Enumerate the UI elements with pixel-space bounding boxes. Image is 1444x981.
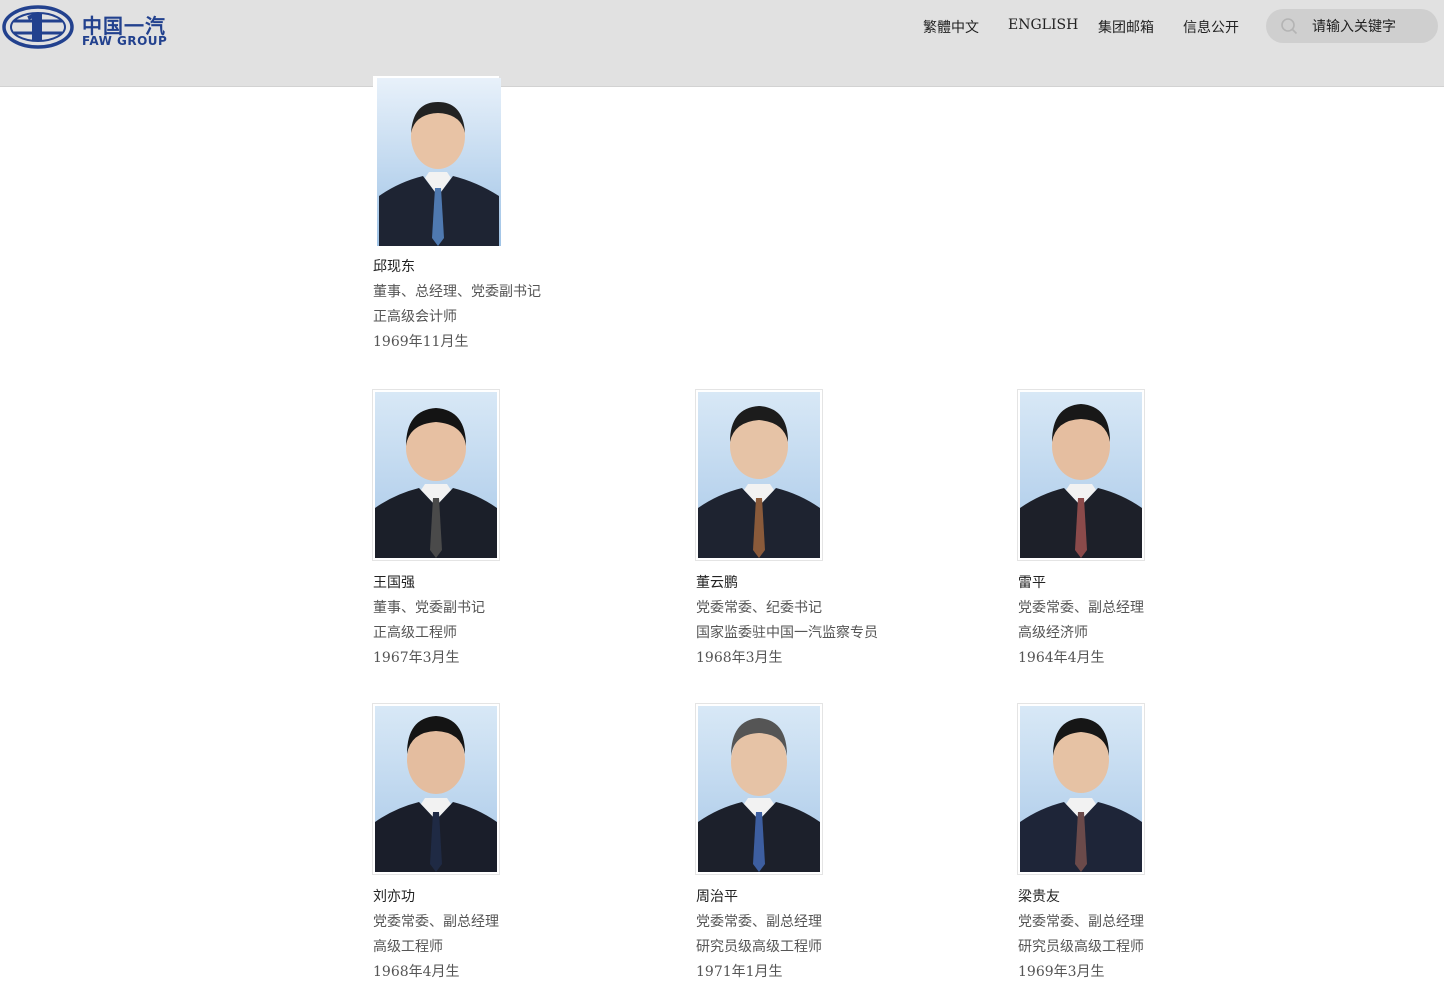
person-title: 党委常委、副总经理 <box>1018 914 1144 930</box>
person-name: 邱现东 <box>373 259 415 275</box>
nav-information-disclosure[interactable]: 信息公开 <box>1183 17 1239 37</box>
search-icon[interactable] <box>1280 17 1298 35</box>
person-name: 刘亦功 <box>373 889 415 905</box>
person-birth: 1967年3月生 <box>373 650 460 666</box>
person-qualification: 正高级会计师 <box>373 309 457 325</box>
person-qualification: 高级经济师 <box>1018 625 1088 641</box>
nav-traditional-chinese[interactable]: 繁體中文 <box>923 17 979 37</box>
person-birth: 1964年4月生 <box>1018 650 1105 666</box>
person-birth: 1969年11月生 <box>373 334 469 350</box>
logo-english-text: FAW GROUP <box>82 34 168 48</box>
person-birth: 1968年4月生 <box>373 964 460 980</box>
portrait-photo <box>373 704 499 874</box>
nav-english[interactable]: ENGLISH <box>1008 17 1078 33</box>
site-header: 中国一汽 FAW GROUP 繁體中文 ENGLISH 集团邮箱 信息公开 <box>0 0 1444 87</box>
person-qualification: 研究员级高级工程师 <box>696 939 822 955</box>
portrait-photo <box>696 390 822 560</box>
person-qualification: 正高级工程师 <box>373 625 457 641</box>
person-title: 党委常委、副总经理 <box>696 914 822 930</box>
portrait-photo <box>696 704 822 874</box>
person-name: 王国强 <box>373 575 415 591</box>
portrait-photo <box>373 390 499 560</box>
person-qualification: 国家监委驻中国一汽监察专员 <box>696 625 878 641</box>
faw-logo[interactable]: 中国一汽 FAW GROUP <box>2 4 172 50</box>
portrait-photo <box>1018 704 1144 874</box>
person-birth: 1969年3月生 <box>1018 964 1105 980</box>
person-title: 党委常委、副总经理 <box>373 914 499 930</box>
person-qualification: 高级工程师 <box>373 939 443 955</box>
person-qualification: 研究员级高级工程师 <box>1018 939 1144 955</box>
person-name: 周治平 <box>696 889 738 905</box>
person-name: 董云鹏 <box>696 575 738 591</box>
person-title: 董事、总经理、党委副书记 <box>373 284 541 300</box>
portrait-photo <box>373 76 501 246</box>
faw-emblem-icon <box>2 5 74 49</box>
portrait-photo <box>1018 390 1144 560</box>
nav-group-mailbox[interactable]: 集团邮箱 <box>1098 17 1154 37</box>
person-name: 梁贵友 <box>1018 889 1060 905</box>
person-title: 党委常委、纪委书记 <box>696 600 822 616</box>
person-birth: 1968年3月生 <box>696 650 783 666</box>
person-name: 雷平 <box>1018 575 1046 591</box>
person-title: 董事、党委副书记 <box>373 600 485 616</box>
person-birth: 1971年1月生 <box>696 964 783 980</box>
search-input[interactable] <box>1310 9 1434 45</box>
person-title: 党委常委、副总经理 <box>1018 600 1144 616</box>
search-box[interactable] <box>1266 9 1438 45</box>
